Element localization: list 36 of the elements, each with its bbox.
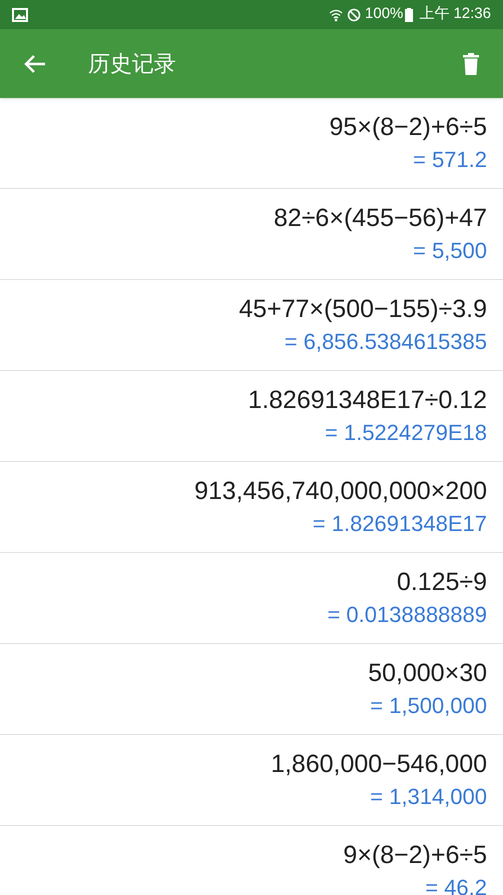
history-entry[interactable]: 45+77×(500−155)÷3.9 = 6,856.5384615385 (0, 280, 503, 371)
history-entry[interactable]: 1.82691348E17÷0.12 = 1.5224279E18 (0, 371, 503, 462)
history-entry[interactable]: 1,860,000−546,000 = 1,314,000 (0, 735, 503, 826)
result: = 1.5224279E18 (324, 419, 487, 447)
result: = 1.82691348E17 (312, 510, 487, 538)
result: = 0.0138888889 (327, 601, 487, 629)
image-icon (12, 8, 28, 22)
history-entry[interactable]: 9×(8−2)+6÷5 = 46.2 (0, 826, 503, 895)
battery-percent: 100% (364, 4, 404, 24)
result: = 1,314,000 (370, 783, 487, 811)
clock: 上午 12:36 (419, 4, 491, 24)
expression: 9×(8−2)+6÷5 (343, 840, 487, 871)
expression: 95×(8−2)+6÷5 (329, 112, 487, 143)
expression: 913,456,740,000,000×200 (194, 476, 487, 507)
history-entry[interactable]: 95×(8−2)+6÷5 = 571.2 (0, 98, 503, 189)
history-entry[interactable]: 82÷6×(455−56)+47 = 5,500 (0, 189, 503, 280)
result: = 571.2 (412, 146, 487, 174)
screen-title: 历史记录 (88, 50, 176, 78)
wifi-icon (328, 8, 343, 22)
result: = 5,500 (412, 237, 487, 265)
battery-icon (405, 8, 414, 22)
result: = 1,500,000 (370, 692, 487, 720)
do-not-disturb-icon (346, 8, 361, 22)
history-entry[interactable]: 0.125÷9 = 0.0138888889 (0, 553, 503, 644)
history-entry[interactable]: 913,456,740,000,000×200 = 1.82691348E17 (0, 462, 503, 553)
expression: 82÷6×(455−56)+47 (274, 203, 487, 234)
expression: 50,000×30 (368, 658, 487, 689)
result: = 46.2 (425, 874, 487, 895)
expression: 1,860,000−546,000 (270, 749, 487, 780)
expression: 0.125÷9 (396, 567, 487, 598)
trash-icon[interactable] (463, 52, 479, 74)
expression: 45+77×(500−155)÷3.9 (239, 294, 487, 325)
result: = 6,856.5384615385 (284, 328, 487, 356)
expression: 1.82691348E17÷0.12 (248, 385, 487, 416)
history-entry[interactable]: 50,000×30 = 1,500,000 (0, 644, 503, 735)
back-arrow-icon[interactable] (24, 54, 46, 74)
